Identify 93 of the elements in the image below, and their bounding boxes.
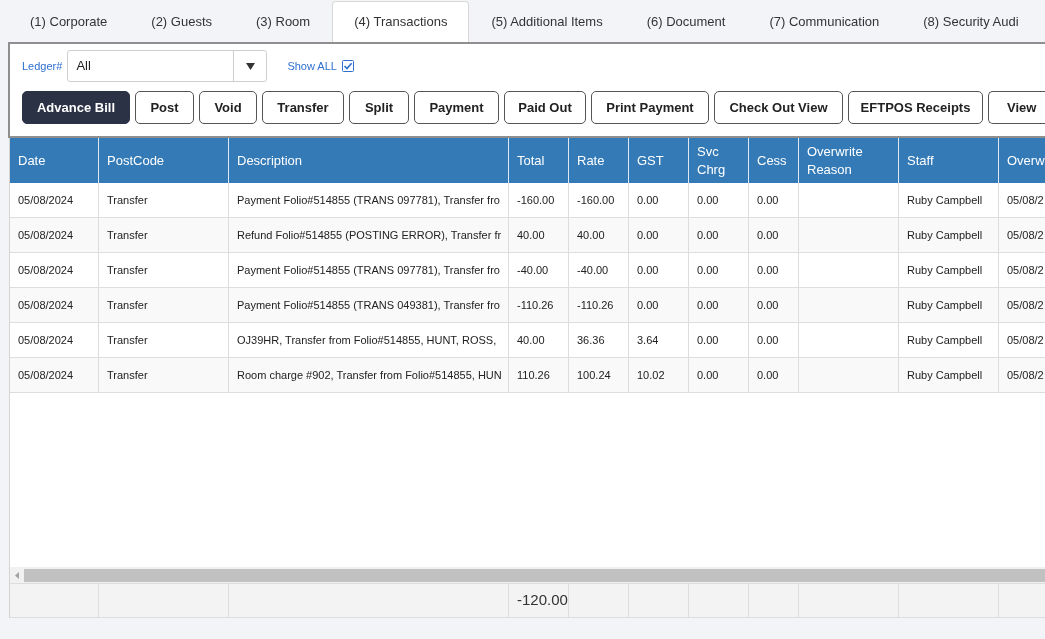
- table-cell: Ruby Campbell: [899, 358, 999, 392]
- table-cell: 0.00: [749, 218, 799, 252]
- table-cell: 36.36: [569, 323, 629, 357]
- toolbar-button[interactable]: Post: [135, 91, 194, 124]
- table-cell: 0.00: [689, 218, 749, 252]
- tab[interactable]: (2) Guests: [129, 1, 234, 42]
- table-cell: 05/08/2024: [10, 288, 99, 322]
- toolbar-button[interactable]: Paid Out: [504, 91, 586, 124]
- table-cell: 40.00: [509, 323, 569, 357]
- table-cell: OJ39HR, Transfer from Folio#514855, HUNT, ROSS,: [229, 323, 509, 357]
- table-cell: 0.00: [629, 288, 689, 322]
- table-cell: 05/08/2024: [10, 323, 99, 357]
- table-row[interactable]: 05/08/2024 Transfer Payment Folio#514855 (TRANS 049381), Transfer fro -110.26 -110.26 0.00 0.00 0.00 Ruby Campbell 05/08/2: [10, 288, 1045, 323]
- table-cell: Transfer: [99, 218, 229, 252]
- table-cell: Payment Folio#514855 (TRANS 049381), Transfer fro: [229, 288, 509, 322]
- show-all-label: Show ALL: [287, 58, 337, 74]
- scroll-left-arrow-icon: [15, 571, 19, 579]
- toolbar-button[interactable]: Split: [349, 91, 409, 124]
- table-cell-text: 05/08/2: [1006, 367, 1045, 383]
- toolbar-button[interactable]: Payment: [414, 91, 499, 124]
- table-cell: 3.64: [629, 323, 689, 357]
- table-cell: 0.00: [749, 288, 799, 322]
- column-header[interactable]: Overw: [999, 138, 1045, 183]
- table-cell: 0.00: [629, 183, 689, 217]
- tab[interactable]: (1) Corporate: [8, 1, 130, 42]
- table-cell: 0.00: [689, 323, 749, 357]
- table-cell: 05/08/2024: [10, 358, 99, 392]
- table-cell: -160.00: [509, 183, 569, 217]
- table-cell: Transfer: [99, 288, 229, 322]
- toolbar-button[interactable]: View: [988, 91, 1045, 124]
- tab[interactable]: (8) Security Audi: [901, 1, 1041, 42]
- table-cell: Refund Folio#514855 (POSTING ERROR), Transfer fr: [229, 218, 509, 252]
- table-row[interactable]: 05/08/2024 Transfer Room charge #902, Transfer from Folio#514855, HUN 110.26 100.24 10.02 0.00 0.00 Ruby Campbell 05/08/2: [10, 358, 1045, 393]
- table-row[interactable]: 05/08/2024 Transfer Refund Folio#514855 (POSTING ERROR), Transfer fr 40.00 40.00 0.00 0.00 0.00 Ruby Campbell 05/08/2: [10, 218, 1045, 253]
- table-cell: Transfer: [99, 253, 229, 287]
- table-cell: Transfer: [99, 183, 229, 217]
- tab[interactable]: (5) Additional Items: [469, 1, 625, 42]
- table-cell-text: 05/08/2: [1006, 262, 1045, 278]
- table-cell: 05/08/2024: [10, 253, 99, 287]
- tab[interactable]: (3) Room: [234, 1, 333, 42]
- table-row[interactable]: 05/08/2024 Transfer OJ39HR, Transfer from Folio#514855, HUNT, ROSS, 40.00 36.36 3.64 0.00 0.00 Ruby Campbell 05/08/2: [10, 323, 1045, 358]
- table-cell: 0.00: [689, 358, 749, 392]
- table-cell-text: 05/08/2: [1006, 332, 1045, 348]
- table-row[interactable]: 05/08/2024 Transfer Payment Folio#514855 (TRANS 097781), Transfer fro -40.00 -40.00 0.00 0.00 0.00 Ruby Campbell 05/08/2: [10, 253, 1045, 288]
- table-cell: Transfer: [99, 358, 229, 392]
- table-cell: Room charge #902, Transfer from Folio#514855, HUN: [229, 358, 509, 392]
- toolbar-button[interactable]: Print Payment: [591, 91, 709, 124]
- toolbar-button[interactable]: EFTPOS Receipts: [848, 91, 983, 124]
- table-cell: 100.24: [569, 358, 629, 392]
- table-cell: -160.00: [569, 183, 629, 217]
- table-cell: 110.26: [509, 358, 569, 392]
- table-cell: 0.00: [629, 253, 689, 287]
- caret-down-icon: [245, 62, 255, 70]
- table-cell: -110.26: [509, 288, 569, 322]
- tab[interactable]: (4) Transactions: [332, 1, 470, 42]
- table-cell-text: 05/08/2: [1006, 297, 1045, 313]
- table-cell: 0.00: [629, 218, 689, 252]
- table-cell: Transfer: [99, 323, 229, 357]
- table-cell: Ruby Campbell: [899, 183, 999, 217]
- ledger-label: Ledger#: [22, 58, 63, 74]
- table-cell: 05/08/2024: [10, 218, 99, 252]
- table-cell: -40.00: [569, 253, 629, 287]
- table-row[interactable]: 05/08/2024 Transfer Payment Folio#514855 (TRANS 097781), Transfer fro -160.00 -160.00 0.00 0.00 0.00 Ruby Campbell 05/08/2: [10, 183, 1045, 218]
- table-cell: 40.00: [569, 218, 629, 252]
- table-cell: 0.00: [749, 358, 799, 392]
- toolbar-button[interactable]: Advance Bill: [22, 91, 130, 124]
- tab[interactable]: (6) Document: [624, 1, 748, 42]
- table-cell: Ruby Campbell: [899, 253, 999, 287]
- table-cell: 0.00: [749, 253, 799, 287]
- tab[interactable]: (7) Communication: [747, 1, 902, 42]
- table-cell: 0.00: [749, 323, 799, 357]
- toolbar-button[interactable]: Check Out View: [714, 91, 843, 124]
- table-cell: -40.00: [509, 253, 569, 287]
- table-cell: 0.00: [749, 183, 799, 217]
- table-cell-text: 05/08/2: [1006, 227, 1045, 243]
- table-cell: -110.26: [569, 288, 629, 322]
- table-cell-text: 05/08/2: [1006, 192, 1045, 208]
- table-cell: 0.00: [689, 288, 749, 322]
- footer-total: -120.00: [509, 584, 569, 617]
- toolbar-button[interactable]: Transfer: [262, 91, 344, 124]
- ledger-select[interactable]: All: [67, 50, 268, 82]
- table-cell: 0.00: [689, 253, 749, 287]
- table-cell: Payment Folio#514855 (TRANS 097781), Transfer fro: [229, 253, 509, 287]
- table-cell: Ruby Campbell: [899, 218, 999, 252]
- toolbar-button[interactable]: Void: [199, 91, 257, 124]
- table-cell: Ruby Campbell: [899, 288, 999, 322]
- table-cell: 0.00: [689, 183, 749, 217]
- table-cell: Payment Folio#514855 (TRANS 097781), Transfer fro: [229, 183, 509, 217]
- table-cell: Ruby Campbell: [899, 323, 999, 357]
- table-cell: 40.00: [509, 218, 569, 252]
- table-cell: 10.02: [629, 358, 689, 392]
- table-cell: 05/08/2024: [10, 183, 99, 217]
- checkbox[interactable]: [341, 60, 354, 72]
